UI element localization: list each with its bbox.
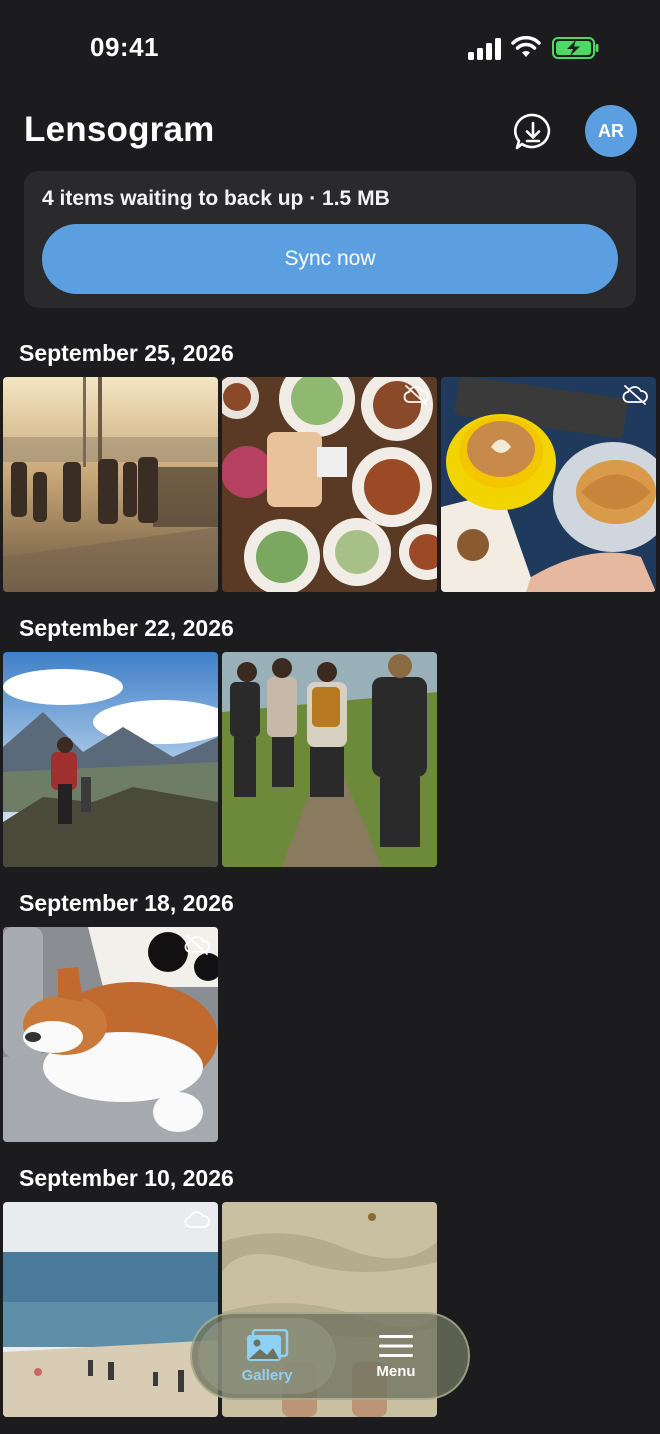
nav-gallery-tab[interactable]: Gallery [198,1318,336,1394]
bottom-nav: Gallery Menu [190,1312,470,1400]
photo-food-table-spread [222,377,437,592]
hamburger-menu-icon [379,1334,413,1357]
nav-gallery-label: Gallery [241,1366,293,1384]
download-button[interactable] [513,112,553,152]
nav-menu-label: Menu [376,1362,416,1380]
avatar[interactable]: AR [585,105,637,157]
photo-group-hiking-trail [222,652,437,867]
photo-friends-walking-sunset [3,377,218,592]
backup-status-text: 4 items waiting to back up · 1.5 MB [42,187,390,210]
app-title: Lensogram [24,110,215,149]
nav-menu-tab[interactable]: Menu [332,1318,460,1394]
status-time: 09:41 [90,32,159,62]
photo-latte-croissant [441,377,656,592]
cloud-off-icon [622,385,648,405]
photo-tile[interactable] [222,652,437,867]
section-date: September 22, 2026 [19,615,234,641]
photo-tile[interactable] [3,927,218,1142]
cloud-icon [184,1211,210,1228]
cloud-off-icon [184,935,210,955]
wifi-icon [511,36,541,57]
backup-card: 4 items waiting to back up · 1.5 MB Sync… [24,171,636,308]
sync-now-button[interactable]: Sync now [42,224,618,294]
section-date: September 18, 2026 [19,890,234,916]
download-icon [514,113,551,150]
photo-tile[interactable] [3,652,218,867]
photo-corgi-sleeping-sofa [3,927,218,1142]
cloud-off-icon [403,385,429,405]
photo-tile[interactable] [3,1202,218,1417]
photo-hiker-mountain-view [3,652,218,867]
status-bar: 09:41 [0,0,660,96]
photo-beach-sea [3,1202,218,1417]
photo-tile[interactable] [222,377,437,592]
section-date: September 10, 2026 [19,1165,234,1191]
cellular-signal-icon [468,38,502,60]
gallery-icon [247,1328,289,1361]
photo-tile[interactable] [441,377,656,592]
section-date: September 25, 2026 [19,340,234,366]
battery-charging-icon [552,37,599,59]
photo-tile[interactable] [3,377,218,592]
